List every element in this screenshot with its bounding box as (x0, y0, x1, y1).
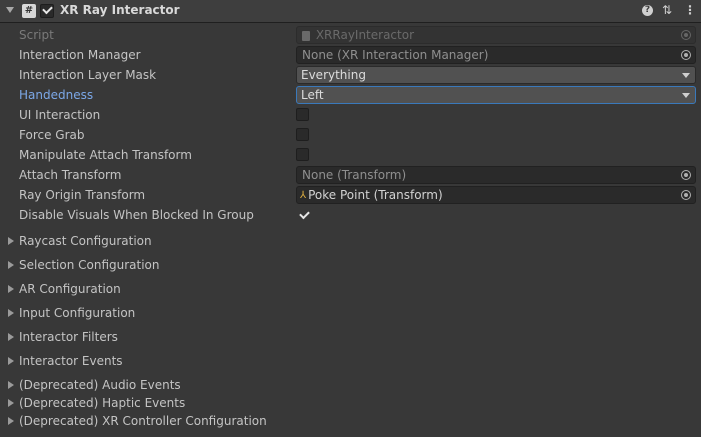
interaction-layer-mask-dropdown[interactable]: Everything (296, 66, 696, 84)
manipulate-attach-transform-checkbox[interactable] (296, 148, 309, 161)
foldout-collapsed-icon (8, 285, 14, 293)
interaction-manager-field[interactable]: None (XR Interaction Manager) (296, 46, 696, 64)
chevron-down-icon (682, 93, 690, 98)
section-selection-configuration[interactable]: Selection Configuration (0, 257, 701, 275)
section-deprecated-xr-controller-configuration[interactable]: (Deprecated) XR Controller Configuration (0, 413, 701, 431)
foldout-collapsed-icon (8, 237, 14, 245)
checkmark-icon (299, 208, 310, 220)
attach-transform-label: Attach Transform (19, 168, 122, 182)
section-deprecated-audio-events[interactable]: (Deprecated) Audio Events (0, 377, 701, 395)
section-label: (Deprecated) Haptic Events (19, 396, 186, 410)
script-asset-icon (302, 30, 310, 41)
handedness-value: Left (301, 88, 324, 102)
interaction-layer-mask-label: Interaction Layer Mask (19, 68, 157, 82)
chevron-down-icon (682, 73, 690, 78)
component-header: # XR Ray Interactor ? ⇅ ⋮ (0, 0, 701, 23)
force-grab-label: Force Grab (19, 128, 85, 142)
ui-interaction-label: UI Interaction (19, 108, 101, 122)
foldout-collapsed-icon (8, 357, 14, 365)
ray-origin-transform-label: Ray Origin Transform (19, 188, 146, 202)
ray-origin-transform-value: Poke Point (Transform) (308, 188, 443, 202)
section-label: Selection Configuration (19, 258, 160, 272)
foldout-collapsed-icon (8, 261, 14, 269)
disable-visuals-label: Disable Visuals When Blocked In Group (19, 208, 254, 222)
component-enabled-checkbox[interactable] (40, 3, 54, 18)
disable-visuals-checkbox[interactable] (296, 208, 310, 221)
interaction-layer-mask-value: Everything (301, 68, 366, 82)
script-value: XRRayInteractor (315, 28, 415, 42)
attach-transform-field[interactable]: None (Transform) (296, 166, 696, 184)
preset-icon[interactable]: ⇅ (662, 3, 672, 17)
section-deprecated-haptic-events[interactable]: (Deprecated) Haptic Events (0, 395, 701, 413)
interaction-manager-label: Interaction Manager (19, 48, 141, 62)
script-field: XRRayInteractor (296, 26, 696, 44)
ray-origin-transform-field[interactable]: ⅄ Poke Point (Transform) (296, 186, 696, 204)
section-raycast-configuration[interactable]: Raycast Configuration (0, 233, 701, 251)
section-label: Raycast Configuration (19, 234, 152, 248)
attach-transform-value: None (Transform) (302, 168, 407, 182)
object-picker-icon (681, 30, 691, 40)
section-label: Interactor Events (19, 354, 123, 368)
ui-interaction-checkbox[interactable] (296, 108, 309, 121)
foldout-collapsed-icon (8, 399, 14, 407)
foldout-collapsed-icon (8, 381, 14, 389)
section-label: Interactor Filters (19, 330, 118, 344)
section-interactor-filters[interactable]: Interactor Filters (0, 329, 701, 347)
object-picker-icon[interactable] (681, 190, 691, 200)
object-picker-icon[interactable] (681, 170, 691, 180)
foldout-collapsed-icon (8, 333, 14, 341)
section-label: (Deprecated) XR Controller Configuration (19, 414, 267, 428)
section-interactor-events[interactable]: Interactor Events (0, 353, 701, 371)
transform-axis-icon: ⅄ (300, 189, 307, 201)
help-icon[interactable]: ? (642, 5, 653, 16)
section-input-configuration[interactable]: Input Configuration (0, 305, 701, 323)
section-label: AR Configuration (19, 282, 121, 296)
section-label: (Deprecated) Audio Events (19, 378, 181, 392)
handedness-dropdown[interactable]: Left (296, 86, 696, 104)
interaction-manager-value: None (XR Interaction Manager) (302, 48, 489, 62)
section-ar-configuration[interactable]: AR Configuration (0, 281, 701, 299)
object-picker-icon[interactable] (681, 50, 691, 60)
component-title: XR Ray Interactor (60, 3, 180, 17)
script-label: Script (19, 28, 54, 42)
checkmark-icon (42, 3, 53, 15)
script-icon: # (22, 4, 36, 18)
menu-icon[interactable]: ⋮ (684, 3, 696, 17)
manipulate-attach-transform-label: Manipulate Attach Transform (19, 148, 192, 162)
foldout-expanded-icon[interactable] (6, 7, 14, 13)
foldout-collapsed-icon (8, 417, 14, 425)
foldout-collapsed-icon (8, 309, 14, 317)
force-grab-checkbox[interactable] (296, 128, 309, 141)
handedness-label: Handedness (19, 88, 94, 102)
section-label: Input Configuration (19, 306, 136, 320)
